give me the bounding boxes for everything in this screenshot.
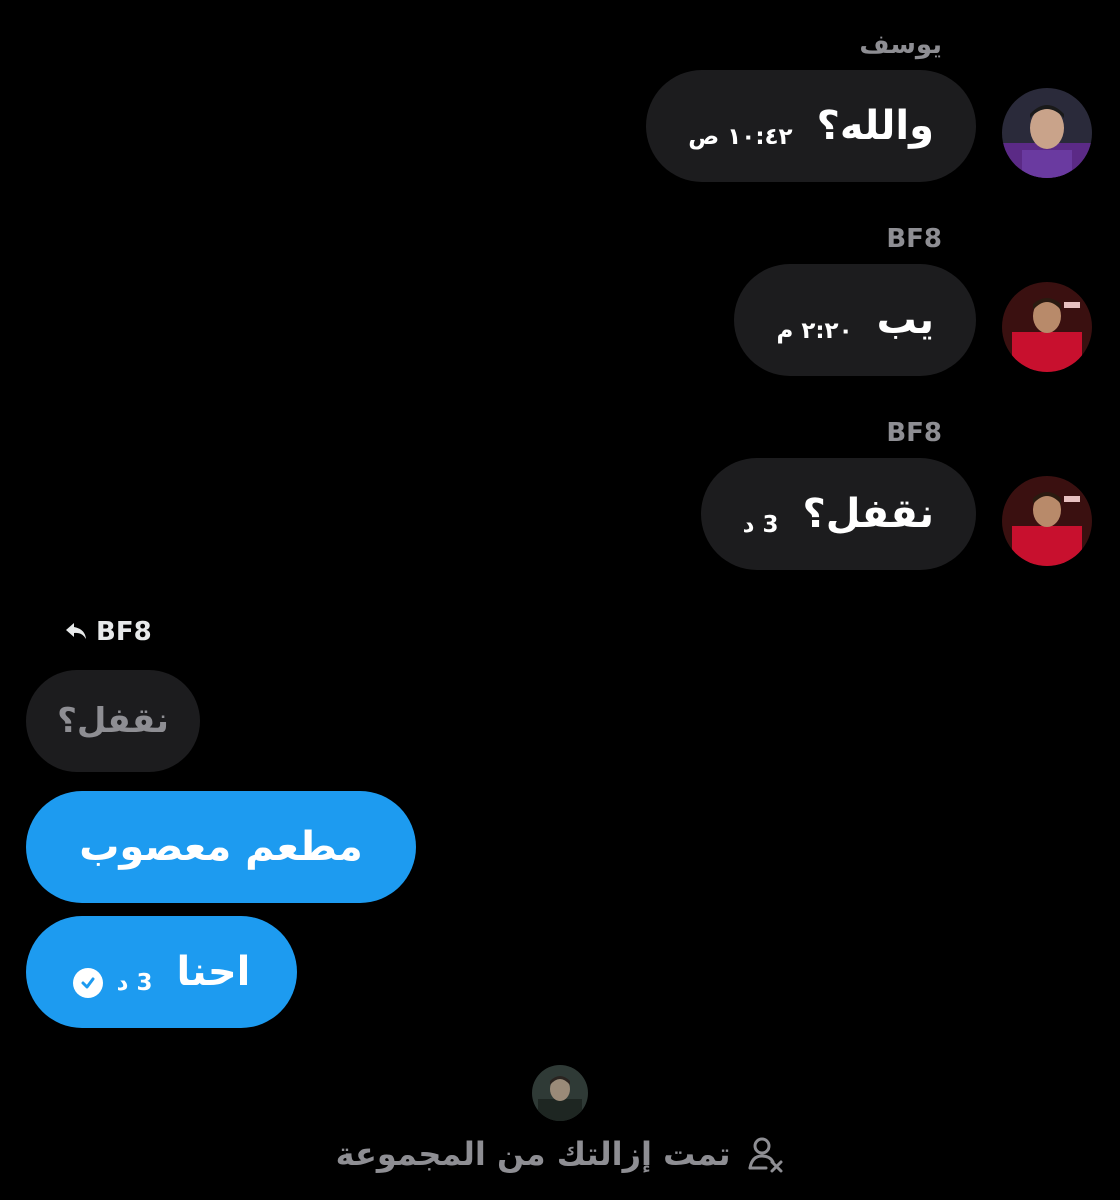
sender-avatar[interactable]: [1002, 476, 1092, 566]
message-bubble[interactable]: يب ٢:٢٠ م: [734, 264, 976, 376]
reply-arrow-icon: [66, 623, 86, 639]
group-avatar[interactable]: [532, 1065, 588, 1121]
sent-message-bubble[interactable]: احنا 3 د: [26, 916, 297, 1028]
quoted-message[interactable]: نقفل؟: [26, 670, 200, 772]
message-text: احنا: [176, 949, 251, 995]
user-removed-icon: [748, 1137, 783, 1173]
message-text: والله؟: [816, 103, 934, 149]
sender-avatar[interactable]: [1002, 282, 1092, 372]
message-time: ٢:٢٠ م: [776, 318, 853, 344]
sender-name: BF8: [886, 224, 942, 254]
system-notice-text: تمت إزالتك من المجموعة: [335, 1135, 731, 1173]
message-time: ١٠:٤٢ ص: [688, 124, 793, 150]
sent-message-bubble[interactable]: مطعم معصوب: [26, 791, 416, 903]
message-time: 3 د: [116, 970, 153, 996]
message-bubble[interactable]: والله؟ ١٠:٤٢ ص: [646, 70, 976, 182]
reply-indicator[interactable]: BF8: [64, 617, 152, 647]
sender-name: BF8: [886, 418, 942, 448]
message-bubble[interactable]: نقفل؟ 3 د: [700, 458, 976, 570]
system-notice: تمت إزالتك من المجموعة: [0, 1134, 1120, 1174]
message-text: يب: [876, 297, 934, 343]
message-time: 3 د: [742, 512, 779, 538]
message-text: نقفل؟: [802, 491, 934, 537]
sender-name: يوسف: [859, 30, 942, 60]
message-text: مطعم معصوب: [79, 824, 363, 870]
reply-to-name: BF8: [96, 617, 152, 647]
sender-avatar[interactable]: [1002, 88, 1092, 178]
quoted-text: نقفل؟: [57, 701, 169, 741]
sent-check-icon: [72, 968, 103, 998]
